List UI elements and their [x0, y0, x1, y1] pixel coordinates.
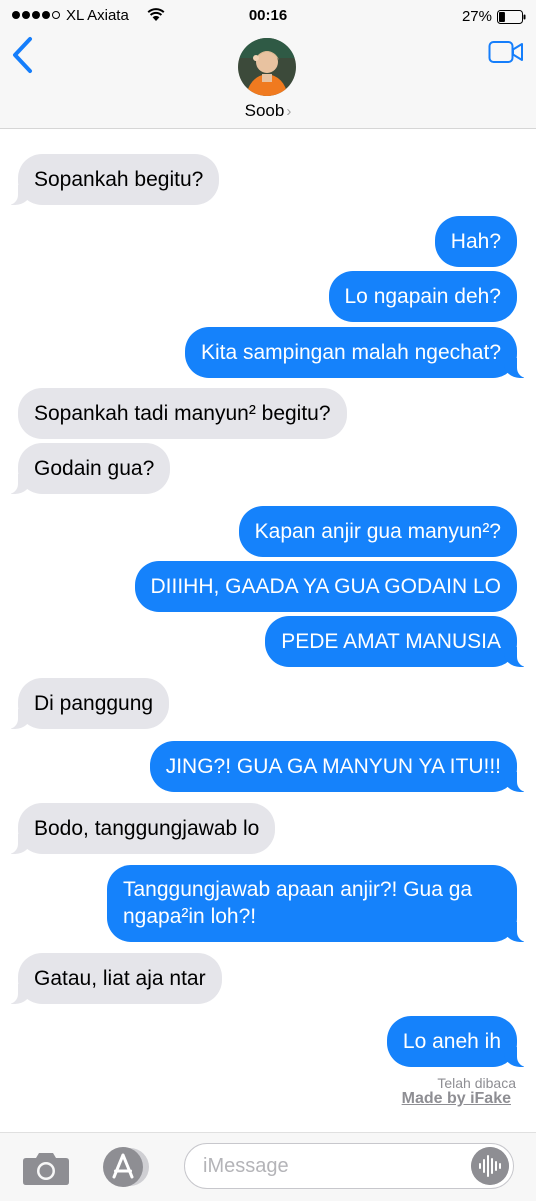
message-input-placeholder: iMessage: [203, 1155, 289, 1177]
message-incoming[interactable]: Di panggung: [7, 678, 170, 729]
message-outgoing[interactable]: Lo aneh ih: [386, 1016, 528, 1067]
message-outgoing[interactable]: PEDE AMAT MANUSIA: [265, 616, 527, 667]
contact-chevron-icon: ›: [286, 103, 292, 120]
watermark-text: Made by iFake: [401, 1090, 511, 1107]
message-incoming[interactable]: Godain gua?: [7, 443, 171, 494]
back-chevron-icon[interactable]: [10, 36, 36, 74]
contact-name: Soob: [244, 101, 285, 120]
battery-percent: 27%: [461, 8, 492, 25]
battery-icon: [497, 10, 526, 24]
message-incoming[interactable]: Sopankah tadi manyun² begitu?: [18, 388, 347, 439]
message-incoming[interactable]: Sopankah begitu?: [7, 154, 220, 205]
conversation-header: XL Axiata 00:16 27% Soob ›: [0, 0, 536, 129]
message-incoming[interactable]: Bodo, tanggungjawab lo: [7, 803, 276, 854]
app-store-icon[interactable]: [100, 1146, 154, 1188]
camera-icon[interactable]: [22, 1150, 70, 1186]
status-time: 00:16: [248, 7, 288, 24]
contact-name-button[interactable]: Soob ›: [0, 101, 536, 121]
read-receipt: Telah dibaca: [437, 1075, 516, 1091]
message-outgoing[interactable]: Tanggungjawab apaan anjir?! Gua ga ngapa…: [107, 865, 527, 942]
message-outgoing[interactable]: Hah?: [434, 216, 517, 267]
message-outgoing[interactable]: JING?! GUA GA MANYUN YA ITU!!!: [149, 741, 528, 792]
audio-waveform-icon[interactable]: [471, 1147, 509, 1185]
message-input[interactable]: iMessage: [184, 1143, 514, 1189]
video-camera-icon[interactable]: [488, 40, 524, 64]
message-outgoing[interactable]: Kita sampingan malah ngechat?: [184, 327, 528, 378]
composer-bar: iMessage: [0, 1132, 536, 1201]
message-incoming[interactable]: Gatau, liat aja ntar: [8, 953, 222, 1004]
message-outgoing[interactable]: DIIIHH, GAADA YA GUA GODAIN LO: [134, 561, 517, 612]
contact-avatar[interactable]: [238, 38, 296, 96]
status-bar: XL Axiata 00:16 27%: [0, 6, 536, 28]
message-outgoing[interactable]: Lo ngapain deh?: [328, 271, 517, 322]
message-outgoing[interactable]: Kapan anjir gua manyun²?: [238, 506, 517, 557]
